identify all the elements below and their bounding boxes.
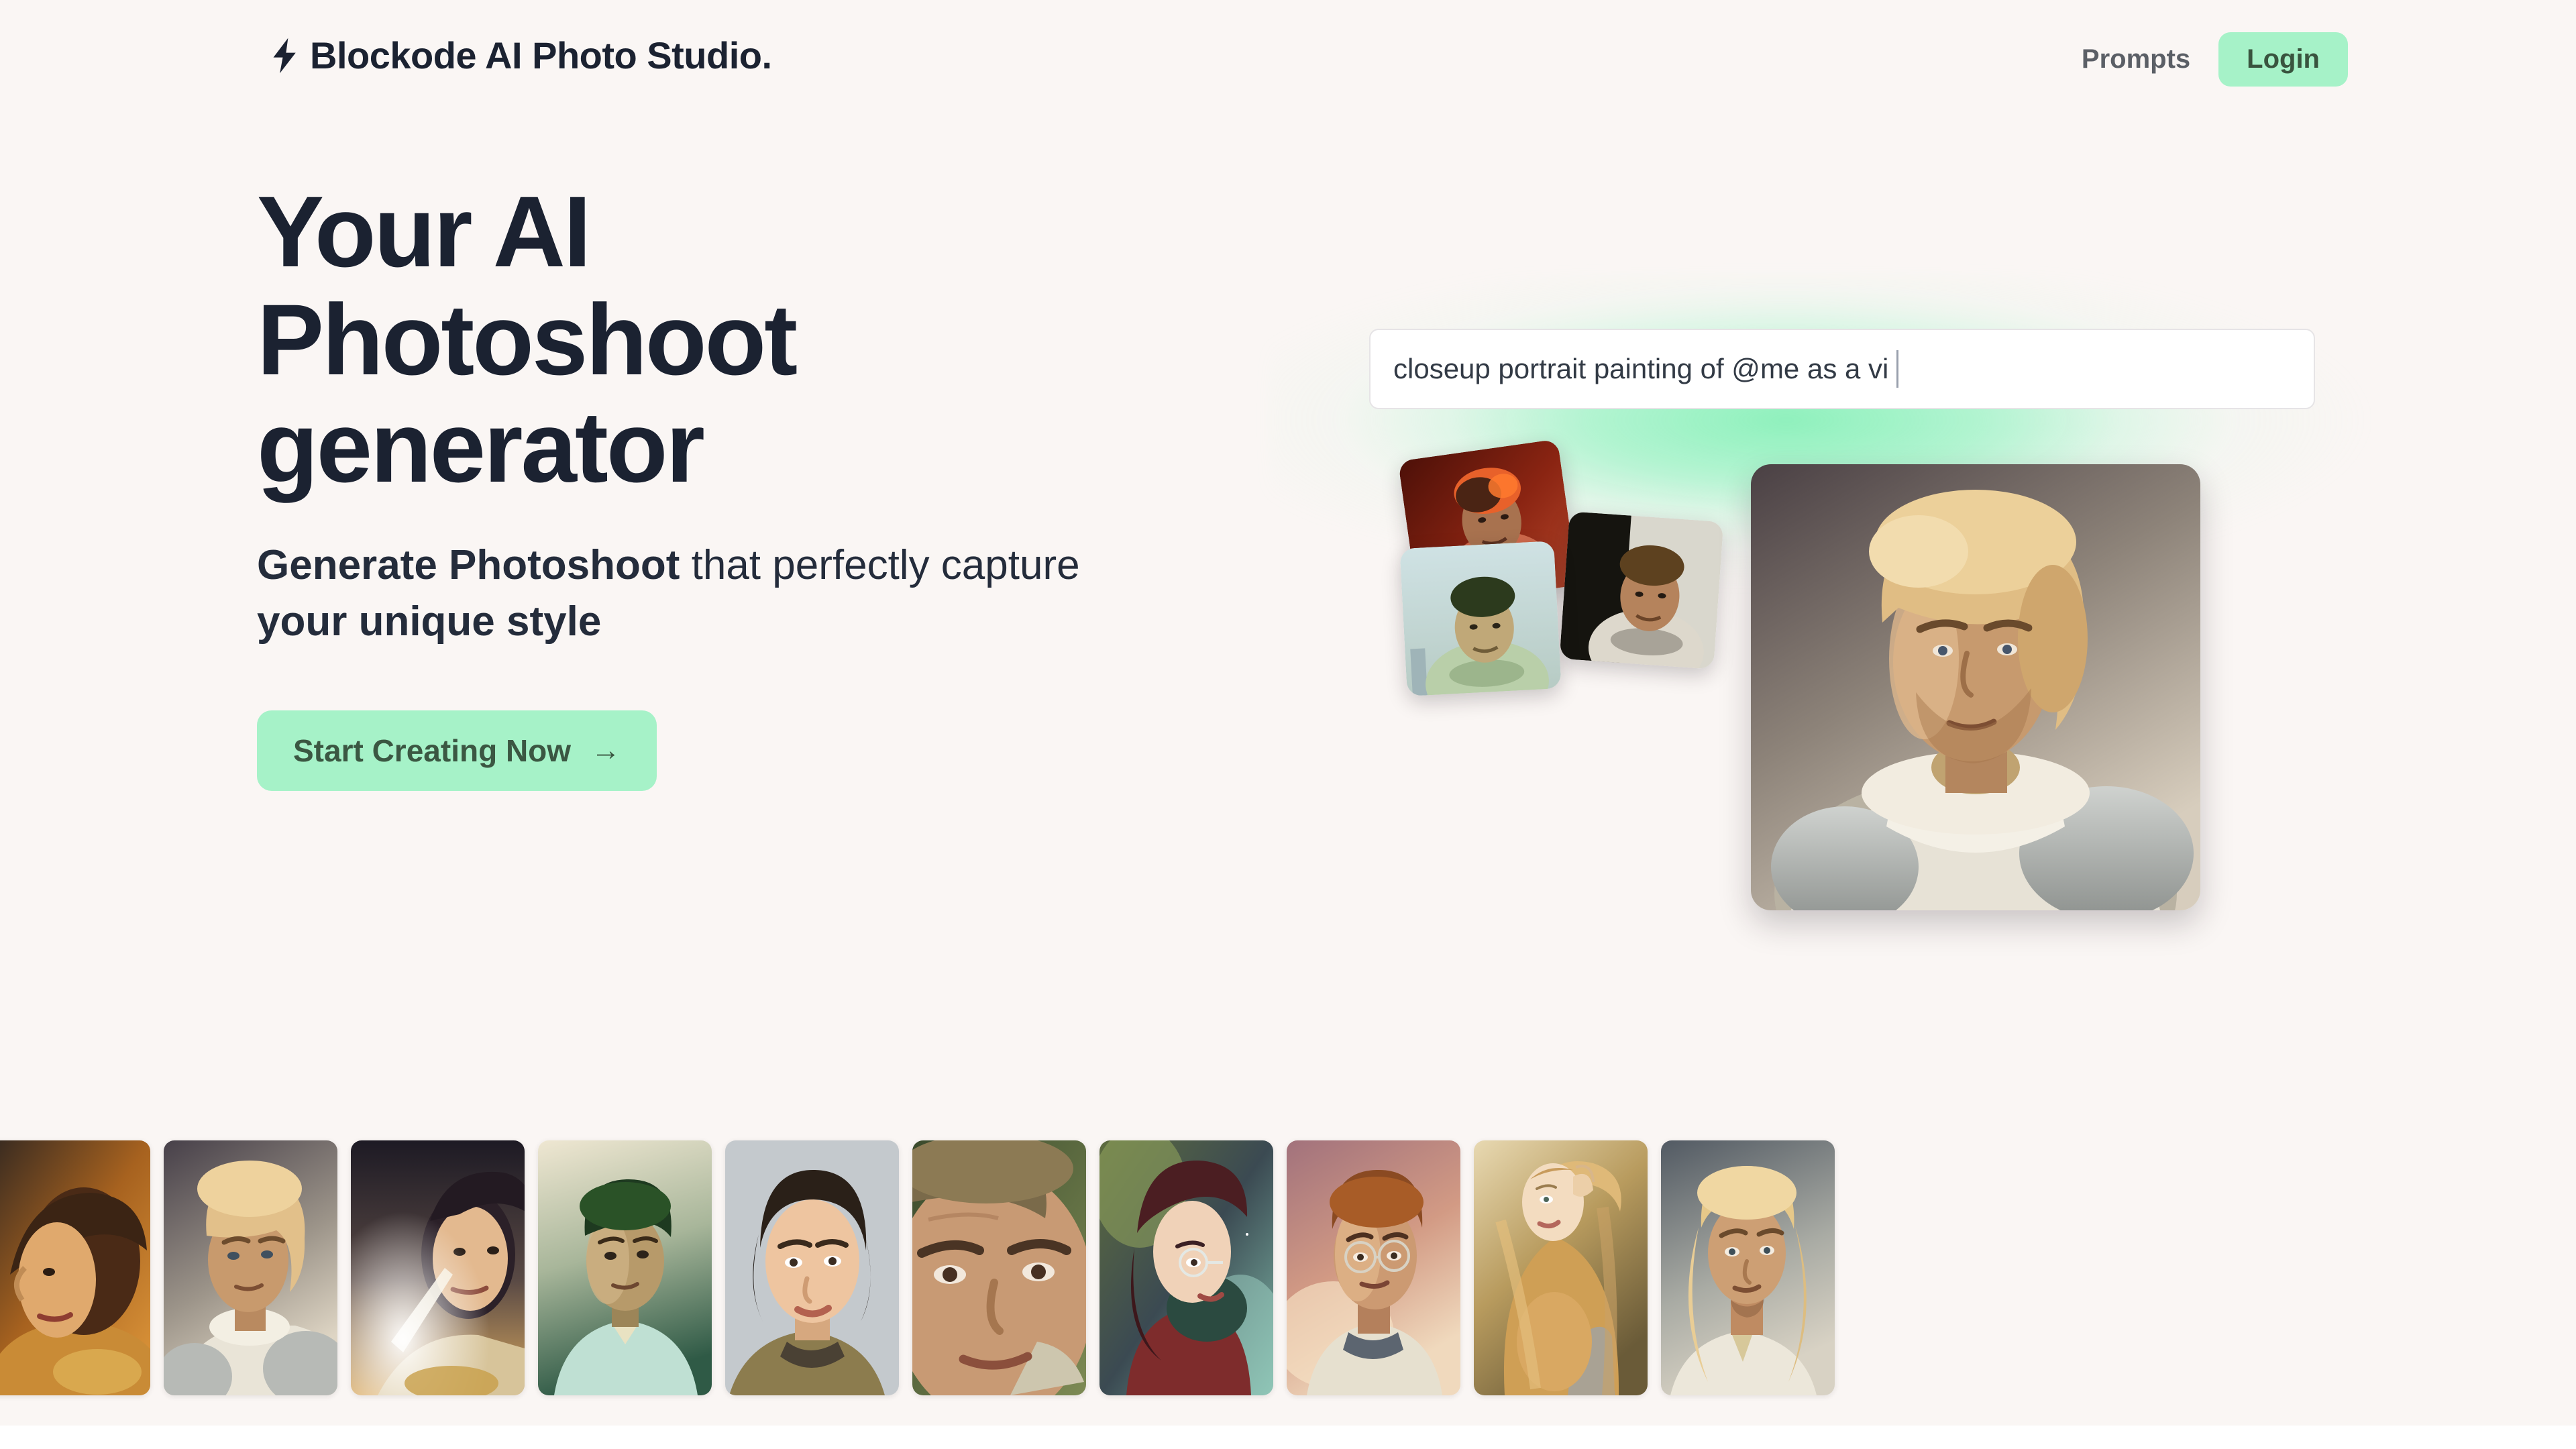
- brand-logo[interactable]: Blockode AI Photo Studio.: [271, 34, 772, 77]
- brand-name: Blockode AI Photo Studio.: [310, 34, 772, 76]
- gallery-item-warrior-woman-profile[interactable]: [0, 1140, 150, 1395]
- start-creating-button[interactable]: Start Creating Now →: [257, 710, 657, 792]
- gallery-item-viking-knight[interactable]: [164, 1140, 337, 1395]
- prompt-input[interactable]: closeup portrait painting of @me as a vi: [1369, 329, 2315, 409]
- generated-portrait-viking-knight[interactable]: [1751, 464, 2200, 910]
- hero-preview: closeup portrait painting of @me as a vi: [1268, 248, 2395, 959]
- arrow-right-icon: →: [591, 734, 621, 767]
- header-nav: Prompts Login: [2072, 32, 2348, 87]
- gallery-item-long-haired-knight[interactable]: [1661, 1140, 1835, 1395]
- login-button[interactable]: Login: [2218, 32, 2348, 87]
- hero-copy: Your AI Photoshoot generator Generate Ph…: [257, 175, 1263, 792]
- page-bottom-bar: [0, 1426, 2576, 1449]
- site-header: Blockode AI Photo Studio. Prompts Login: [0, 0, 2576, 124]
- subheadline-plain-1: that perfectly capture: [680, 541, 1080, 588]
- gallery-item-radiant-knight[interactable]: [351, 1140, 525, 1395]
- landing-page: Blockode AI Photo Studio. Prompts Login …: [0, 0, 2576, 1449]
- reference-photo-studio-grey[interactable]: [1559, 511, 1724, 669]
- reference-photo-outdoor-sky[interactable]: [1399, 541, 1562, 696]
- hero-subheadline: Generate Photoshoot that perfectly captu…: [257, 537, 1149, 651]
- gallery-item-green-officer[interactable]: [538, 1140, 712, 1395]
- cta-label: Start Creating Now: [293, 733, 572, 769]
- gallery-item-portrait-woman-grey[interactable]: [725, 1140, 899, 1395]
- gallery-item-elf-queen-gold[interactable]: [1474, 1140, 1648, 1395]
- gallery-item-sorceress-glasses[interactable]: [1099, 1140, 1273, 1395]
- page-title: Your AI Photoshoot generator: [257, 175, 798, 503]
- prompt-input-value: closeup portrait painting of @me as a vi: [1393, 353, 1889, 384]
- nav-link-prompts[interactable]: Prompts: [2072, 38, 2200, 81]
- lightning-bolt-icon: [273, 38, 296, 73]
- subheadline-bold-2: your unique style: [257, 598, 602, 645]
- gallery-item-man-glasses-warm[interactable]: [1287, 1140, 1460, 1395]
- gallery-item-rugged-man[interactable]: [912, 1140, 1086, 1395]
- subheadline-bold-1: Generate Photoshoot: [257, 541, 680, 588]
- gallery-strip[interactable]: [0, 1140, 2576, 1399]
- text-caret: [1896, 350, 1899, 388]
